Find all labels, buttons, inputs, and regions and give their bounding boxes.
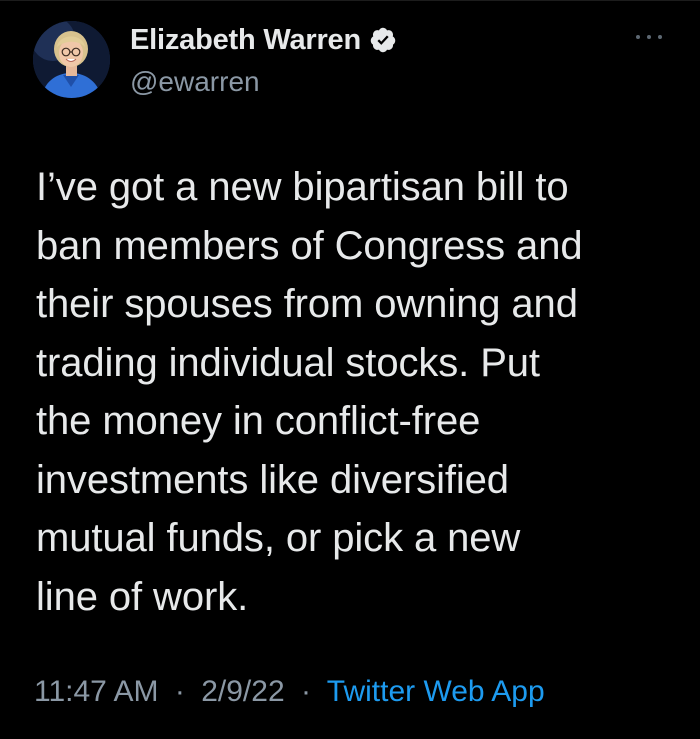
tweet-text: I’ve got a new bipartisan bill to ban me… <box>36 165 583 619</box>
author-block: Elizabeth Warren @ewarren <box>130 22 397 98</box>
tweet-date[interactable]: 2/9/22 <box>201 675 284 708</box>
dot <box>658 35 662 39</box>
tweet-source-link[interactable]: Twitter Web App <box>327 675 545 708</box>
display-name[interactable]: Elizabeth Warren <box>130 24 361 57</box>
profile-photo <box>33 21 110 98</box>
more-horizontal-icon[interactable] <box>636 29 662 45</box>
name-row: Elizabeth Warren <box>130 22 397 58</box>
separator: · <box>300 675 311 708</box>
user-handle[interactable]: @ewarren <box>130 66 397 98</box>
dot <box>647 35 651 39</box>
divider <box>0 0 700 1</box>
verified-badge-icon <box>369 26 397 54</box>
separator: · <box>174 675 185 708</box>
dot <box>636 35 640 39</box>
tweet-time[interactable]: 11:47 AM <box>34 675 159 708</box>
avatar[interactable] <box>33 21 110 98</box>
tweet-card: Elizabeth Warren @ewarren I’ve got a new… <box>0 0 700 739</box>
tweet-meta: 11:47 AM · 2/9/22 · Twitter Web App <box>34 675 545 709</box>
